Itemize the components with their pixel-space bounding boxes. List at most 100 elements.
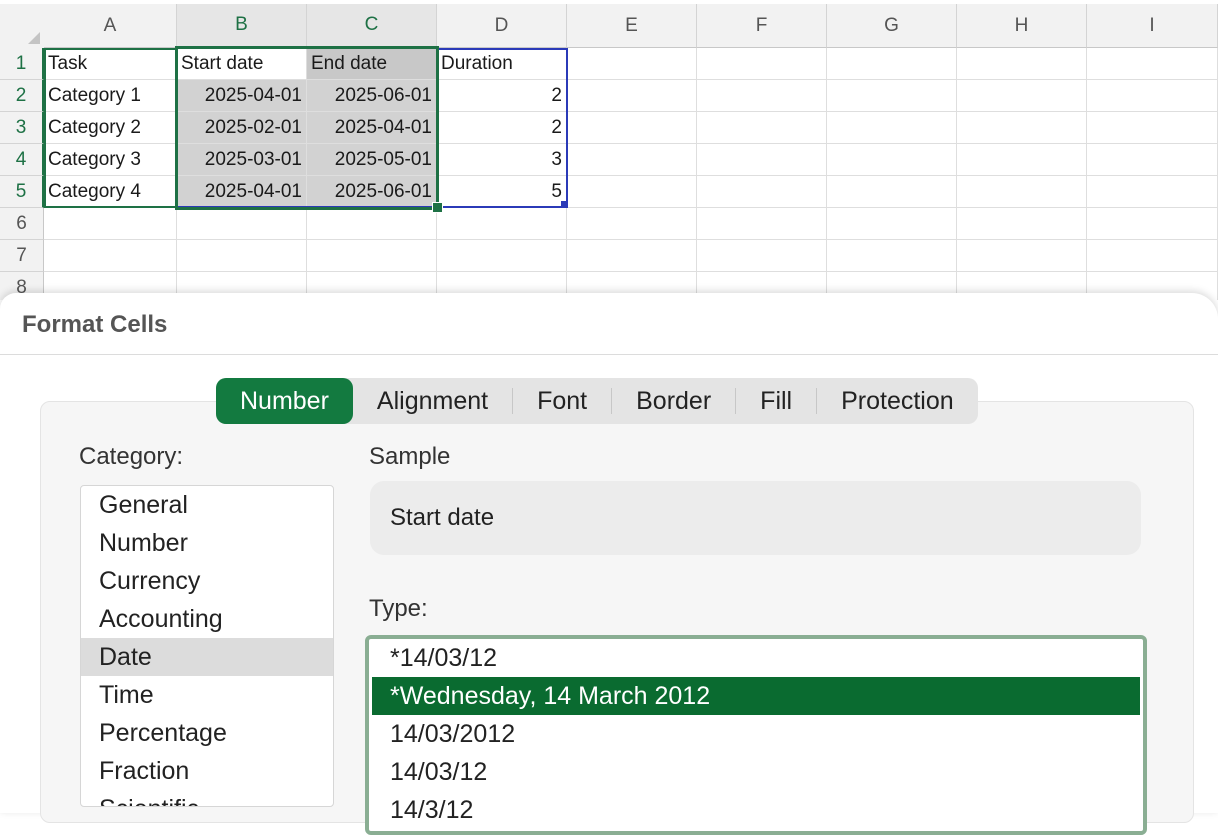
type-item-selected[interactable]: *Wednesday, 14 March 2012 (372, 677, 1140, 715)
cell-g5[interactable] (827, 176, 957, 208)
column-header-f[interactable]: F (697, 4, 827, 48)
cell-f1[interactable] (697, 48, 827, 80)
cell-b6[interactable] (177, 208, 307, 240)
type-item[interactable]: 14/03/12 (372, 753, 1140, 791)
select-all-corner[interactable] (0, 4, 45, 49)
cell-a1[interactable]: Task (44, 48, 177, 80)
cell-i4[interactable] (1087, 144, 1218, 176)
category-item-time[interactable]: Time (81, 676, 333, 714)
cell-d2[interactable]: 2 (437, 80, 567, 112)
cell-b1[interactable]: Start date (177, 48, 307, 80)
cell-f2[interactable] (697, 80, 827, 112)
cell-g6[interactable] (827, 208, 957, 240)
cell-h4[interactable] (957, 144, 1087, 176)
cell-b2[interactable]: 2025-04-01 (177, 80, 307, 112)
column-header-c[interactable]: C (307, 4, 437, 48)
cell-d6[interactable] (437, 208, 567, 240)
cell-f4[interactable] (697, 144, 827, 176)
cell-c4[interactable]: 2025-05-01 (307, 144, 437, 176)
cell-b4[interactable]: 2025-03-01 (177, 144, 307, 176)
cell-d5[interactable]: 5 (437, 176, 567, 208)
cell-i7[interactable] (1087, 240, 1218, 272)
row-header-3[interactable]: 3 (0, 112, 44, 144)
tab-fill[interactable]: Fill (736, 378, 816, 424)
type-item[interactable]: 14/03/2012 (372, 715, 1140, 753)
cell-e2[interactable] (567, 80, 697, 112)
cell-a3[interactable]: Category 2 (44, 112, 177, 144)
cell-f3[interactable] (697, 112, 827, 144)
cell-c5[interactable]: 2025-06-01 (307, 176, 437, 208)
cell-b3[interactable]: 2025-02-01 (177, 112, 307, 144)
tab-font[interactable]: Font (513, 378, 611, 424)
cell-e7[interactable] (567, 240, 697, 272)
cell-d7[interactable] (437, 240, 567, 272)
cell-g1[interactable] (827, 48, 957, 80)
column-header-e[interactable]: E (567, 4, 697, 48)
column-header-h[interactable]: H (957, 4, 1087, 48)
cell-e6[interactable] (567, 208, 697, 240)
cell-i3[interactable] (1087, 112, 1218, 144)
cell-a7[interactable] (44, 240, 177, 272)
column-header-a[interactable]: A (44, 4, 177, 48)
cell-f7[interactable] (697, 240, 827, 272)
type-item[interactable]: *14/03/12 (372, 639, 1140, 677)
cell-b5[interactable]: 2025-04-01 (177, 176, 307, 208)
category-item-currency[interactable]: Currency (81, 562, 333, 600)
cell-d1[interactable]: Duration (437, 48, 567, 80)
category-item-fraction[interactable]: Fraction (81, 752, 333, 790)
category-item-scientific[interactable]: Scientific (81, 790, 333, 806)
cell-a4[interactable]: Category 3 (44, 144, 177, 176)
cell-h3[interactable] (957, 112, 1087, 144)
column-header-i[interactable]: I (1087, 4, 1218, 48)
category-item-percentage[interactable]: Percentage (81, 714, 333, 752)
tab-alignment[interactable]: Alignment (353, 378, 512, 424)
cell-e4[interactable] (567, 144, 697, 176)
cell-h1[interactable] (957, 48, 1087, 80)
fill-handle[interactable] (432, 202, 443, 213)
cell-g4[interactable] (827, 144, 957, 176)
cell-f5[interactable] (697, 176, 827, 208)
cell-g3[interactable] (827, 112, 957, 144)
reference-resize-handle[interactable] (561, 201, 567, 207)
column-header-g[interactable]: G (827, 4, 957, 48)
column-header-b[interactable]: B (177, 4, 307, 48)
tab-protection[interactable]: Protection (817, 378, 978, 424)
category-item-accounting[interactable]: Accounting (81, 600, 333, 638)
type-item[interactable]: 14/3/12 (372, 791, 1140, 829)
row-header-1[interactable]: 1 (0, 48, 44, 80)
category-item-general[interactable]: General (81, 486, 333, 524)
category-item-date[interactable]: Date (81, 638, 333, 676)
cell-e1[interactable] (567, 48, 697, 80)
cell-c7[interactable] (307, 240, 437, 272)
tab-number[interactable]: Number (216, 378, 353, 424)
cell-f6[interactable] (697, 208, 827, 240)
cell-a6[interactable] (44, 208, 177, 240)
row-header-4[interactable]: 4 (0, 144, 44, 176)
row-header-2[interactable]: 2 (0, 80, 44, 112)
cell-h5[interactable] (957, 176, 1087, 208)
category-list[interactable]: General Number Currency Accounting Date … (80, 485, 334, 807)
cell-h2[interactable] (957, 80, 1087, 112)
cell-a5[interactable]: Category 4 (44, 176, 177, 208)
cell-e3[interactable] (567, 112, 697, 144)
category-item-number[interactable]: Number (81, 524, 333, 562)
cell-g7[interactable] (827, 240, 957, 272)
type-list[interactable]: *14/03/12 *Wednesday, 14 March 2012 14/0… (365, 635, 1147, 835)
cell-c1[interactable]: End date (307, 48, 437, 80)
row-header-6[interactable]: 6 (0, 208, 44, 240)
cell-c2[interactable]: 2025-06-01 (307, 80, 437, 112)
cell-i5[interactable] (1087, 176, 1218, 208)
row-header-5[interactable]: 5 (0, 176, 44, 208)
cell-d3[interactable]: 2 (437, 112, 567, 144)
cell-c3[interactable]: 2025-04-01 (307, 112, 437, 144)
cell-a2[interactable]: Category 1 (44, 80, 177, 112)
column-header-d[interactable]: D (437, 4, 567, 48)
cell-h6[interactable] (957, 208, 1087, 240)
cell-h7[interactable] (957, 240, 1087, 272)
row-header-7[interactable]: 7 (0, 240, 44, 272)
cell-i1[interactable] (1087, 48, 1218, 80)
cell-g2[interactable] (827, 80, 957, 112)
cell-e5[interactable] (567, 176, 697, 208)
cell-b7[interactable] (177, 240, 307, 272)
tab-border[interactable]: Border (612, 378, 735, 424)
